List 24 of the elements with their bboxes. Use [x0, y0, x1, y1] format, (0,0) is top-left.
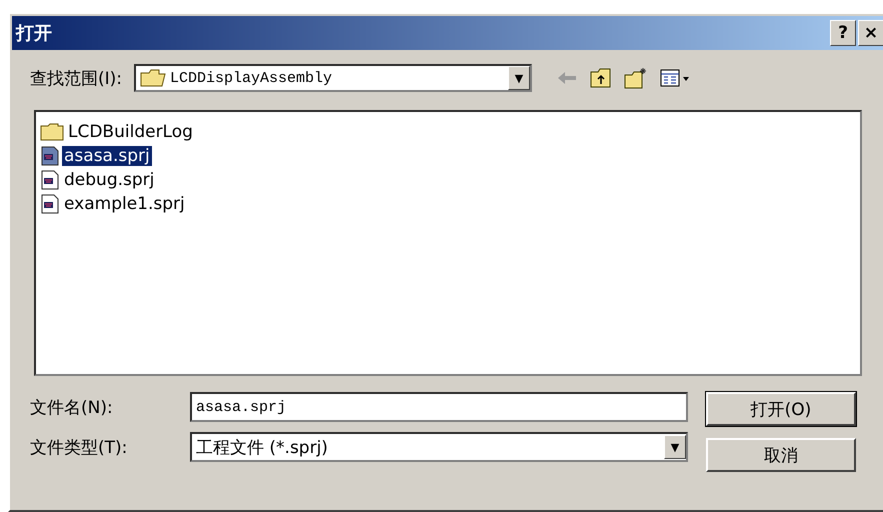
- file-icon: [40, 146, 60, 166]
- up-folder-icon[interactable]: [590, 68, 612, 88]
- file-item[interactable]: example1.sprj: [40, 192, 856, 216]
- file-name-field[interactable]: asasa.sprj: [190, 392, 688, 422]
- look-in-label: 查找范围(I):: [30, 68, 122, 90]
- file-item[interactable]: asasa.sprj: [40, 144, 856, 168]
- new-folder-icon[interactable]: [624, 67, 648, 89]
- folder-icon: [40, 123, 64, 141]
- file-type-dropdown[interactable]: 工程文件 (*.sprj) ▼: [190, 432, 688, 462]
- file-type-label: 文件类型(T):: [30, 436, 128, 458]
- cancel-button[interactable]: 取消: [706, 438, 856, 472]
- file-icon: [40, 170, 60, 190]
- look-in-dropdown[interactable]: LCDDisplayAssembly ▼: [134, 64, 532, 92]
- dropdown-arrow-button[interactable]: ▼: [508, 66, 530, 90]
- folder-icon: [140, 69, 166, 87]
- file-item[interactable]: debug.sprj: [40, 168, 856, 192]
- help-button[interactable]: ?: [830, 20, 856, 46]
- file-item[interactable]: LCDBuilderLog: [40, 120, 856, 144]
- dropdown-arrow-button[interactable]: ▼: [664, 435, 686, 459]
- file-name-label: 文件名(N):: [30, 396, 114, 418]
- close-button[interactable]: ×: [858, 20, 883, 46]
- open-button[interactable]: 打开(O): [706, 392, 856, 426]
- window-title: 打开: [16, 22, 53, 45]
- file-icon: [40, 194, 60, 214]
